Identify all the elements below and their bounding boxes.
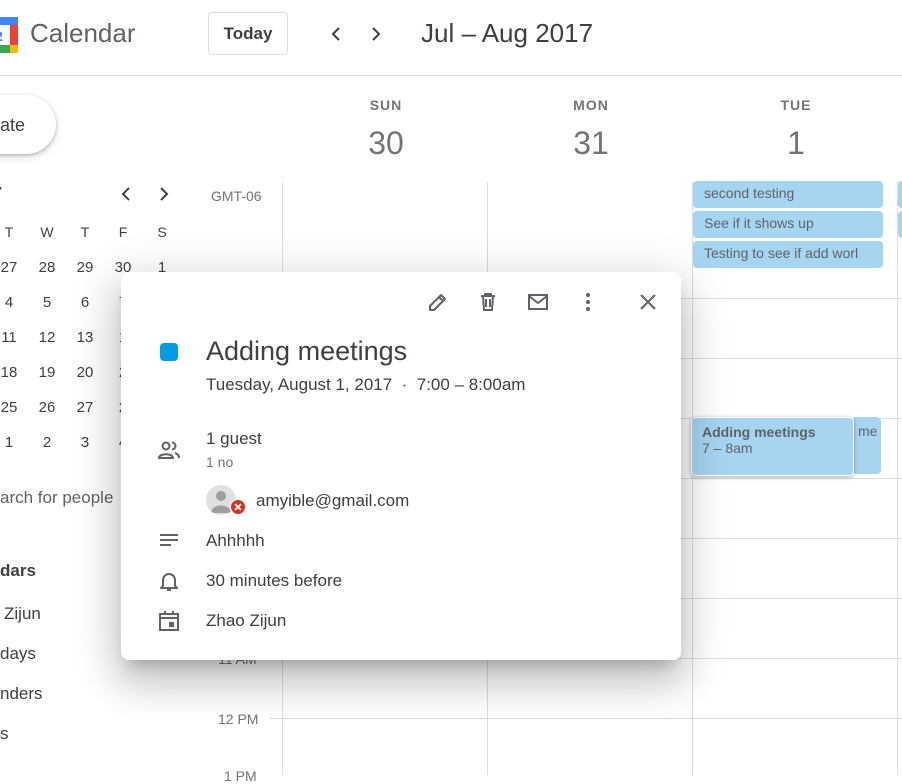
mini-calendar-day[interactable]: 28	[35, 259, 59, 276]
mini-weekday-header: T	[4, 224, 14, 240]
day-number-mon[interactable]: 31	[531, 125, 651, 162]
selected-event[interactable]: Adding meetings 7 – 8am	[691, 417, 854, 476]
day-of-week-mon: MON	[573, 97, 609, 113]
mini-calendar-day[interactable]: 13	[73, 329, 97, 346]
next-period-button[interactable]	[364, 22, 388, 46]
mini-calendar-day[interactable]: 25	[0, 399, 21, 416]
day-number-sun[interactable]: 30	[326, 125, 446, 162]
guest-count: 1 guest	[206, 429, 262, 448]
selected-event-title: Adding meetings	[702, 424, 816, 440]
description-icon	[157, 529, 181, 553]
app-title: Calendar	[30, 18, 136, 48]
mini-calendar-day[interactable]: 29	[73, 259, 97, 276]
mini-calendar-day[interactable]: 18	[0, 364, 21, 381]
chevron-right-icon	[372, 27, 381, 41]
mini-calendar-day[interactable]: 4	[0, 294, 21, 311]
calendar-event-partial[interactable]: me	[852, 417, 881, 474]
calendar-list-item[interactable]: nders	[0, 684, 43, 704]
bell-icon	[157, 569, 181, 593]
time-label-12pm: 12 PM	[218, 711, 259, 727]
event-calendar-name: Zhao Zijun	[206, 611, 287, 630]
my-calendars-header[interactable]: dars	[0, 561, 36, 581]
search-people-input[interactable]: arch for people	[0, 488, 113, 508]
today-button[interactable]: Today	[208, 12, 288, 55]
day-of-week-tue: TUE	[780, 97, 812, 113]
svg-text:2: 2	[0, 28, 3, 44]
calendar-list-item[interactable]: days	[0, 644, 36, 664]
calendar-event[interactable]: second testing	[693, 181, 883, 208]
mini-calendar-month: 7	[0, 184, 8, 201]
mini-weekday-header: S	[157, 224, 167, 240]
mini-calendar-prev-button[interactable]	[114, 182, 138, 206]
chevron-left-icon	[121, 187, 130, 201]
header-divider	[0, 75, 902, 76]
mini-calendar-day[interactable]: 19	[35, 364, 59, 381]
mini-calendar-day[interactable]: 20	[73, 364, 97, 381]
calendar-icon	[157, 609, 181, 633]
date-range-title: Jul – Aug 2017	[421, 18, 594, 48]
mini-weekday-header: W	[40, 224, 54, 240]
calendar-event-edge[interactable]	[898, 211, 902, 238]
mini-calendar-day[interactable]: 27	[0, 259, 21, 276]
event-description: Ahhhhh	[206, 531, 265, 550]
time-label-1pm: 1 PM	[224, 768, 257, 784]
event-details-popup	[121, 272, 681, 660]
mini-calendar-day[interactable]: 2	[35, 434, 59, 451]
more-options-button[interactable]	[576, 290, 600, 314]
calendar-event[interactable]: See if it shows up	[693, 211, 883, 238]
event-datetime: Tuesday, August 1, 2017 · 7:00 – 8:00am	[206, 375, 526, 394]
event-color-swatch	[160, 343, 178, 361]
close-icon	[640, 294, 656, 310]
chevron-left-icon	[331, 27, 340, 41]
day-of-week-sun: SUN	[369, 97, 403, 113]
pencil-icon	[429, 294, 446, 311]
mini-calendar-day[interactable]: 27	[73, 399, 97, 416]
mail-icon	[528, 294, 548, 310]
mini-calendar-day[interactable]: 5	[35, 294, 59, 311]
create-button-label: ate	[0, 115, 26, 135]
mini-calendar-day[interactable]: 1	[0, 434, 21, 451]
trash-icon	[481, 293, 495, 311]
day-number-tue[interactable]: 1	[736, 125, 856, 162]
event-reminder: 30 minutes before	[206, 571, 343, 590]
calendar-event-edge[interactable]	[898, 181, 902, 208]
event-title: Adding meetings	[206, 336, 408, 366]
close-popup-button[interactable]	[636, 290, 660, 314]
hour-line	[270, 718, 902, 719]
chevron-right-icon	[160, 187, 169, 201]
calendar-list-item[interactable]: s	[0, 724, 9, 744]
mini-weekday-header: T	[80, 224, 90, 240]
people-icon	[157, 438, 181, 462]
previous-period-button[interactable]	[324, 22, 348, 46]
timezone-label: GMT-06	[211, 188, 262, 204]
email-guests-button[interactable]	[526, 290, 550, 314]
guest-response-summary: 1 no	[206, 454, 234, 470]
edit-event-button[interactable]	[426, 290, 450, 314]
declined-icon	[230, 499, 246, 515]
mini-calendar-day[interactable]: 26	[35, 399, 59, 416]
mini-calendar-day[interactable]: 11	[0, 329, 21, 346]
calendar-list-item[interactable]: Zijun	[4, 604, 41, 624]
more-vertical-icon	[586, 293, 590, 311]
mini-weekday-header: F	[118, 224, 128, 240]
guest-email[interactable]: amyible@gmail.com	[256, 491, 409, 511]
mini-calendar-day[interactable]: 12	[35, 329, 59, 346]
calendar-logo-icon: 2	[0, 17, 18, 53]
calendar-event[interactable]: Testing to see if add worl	[693, 241, 883, 268]
mini-calendar-day[interactable]: 6	[73, 294, 97, 311]
mini-calendar-next-button[interactable]	[152, 182, 176, 206]
delete-event-button[interactable]	[476, 290, 500, 314]
selected-event-time: 7 – 8am	[702, 440, 753, 456]
mini-calendar-day[interactable]: 3	[73, 434, 97, 451]
